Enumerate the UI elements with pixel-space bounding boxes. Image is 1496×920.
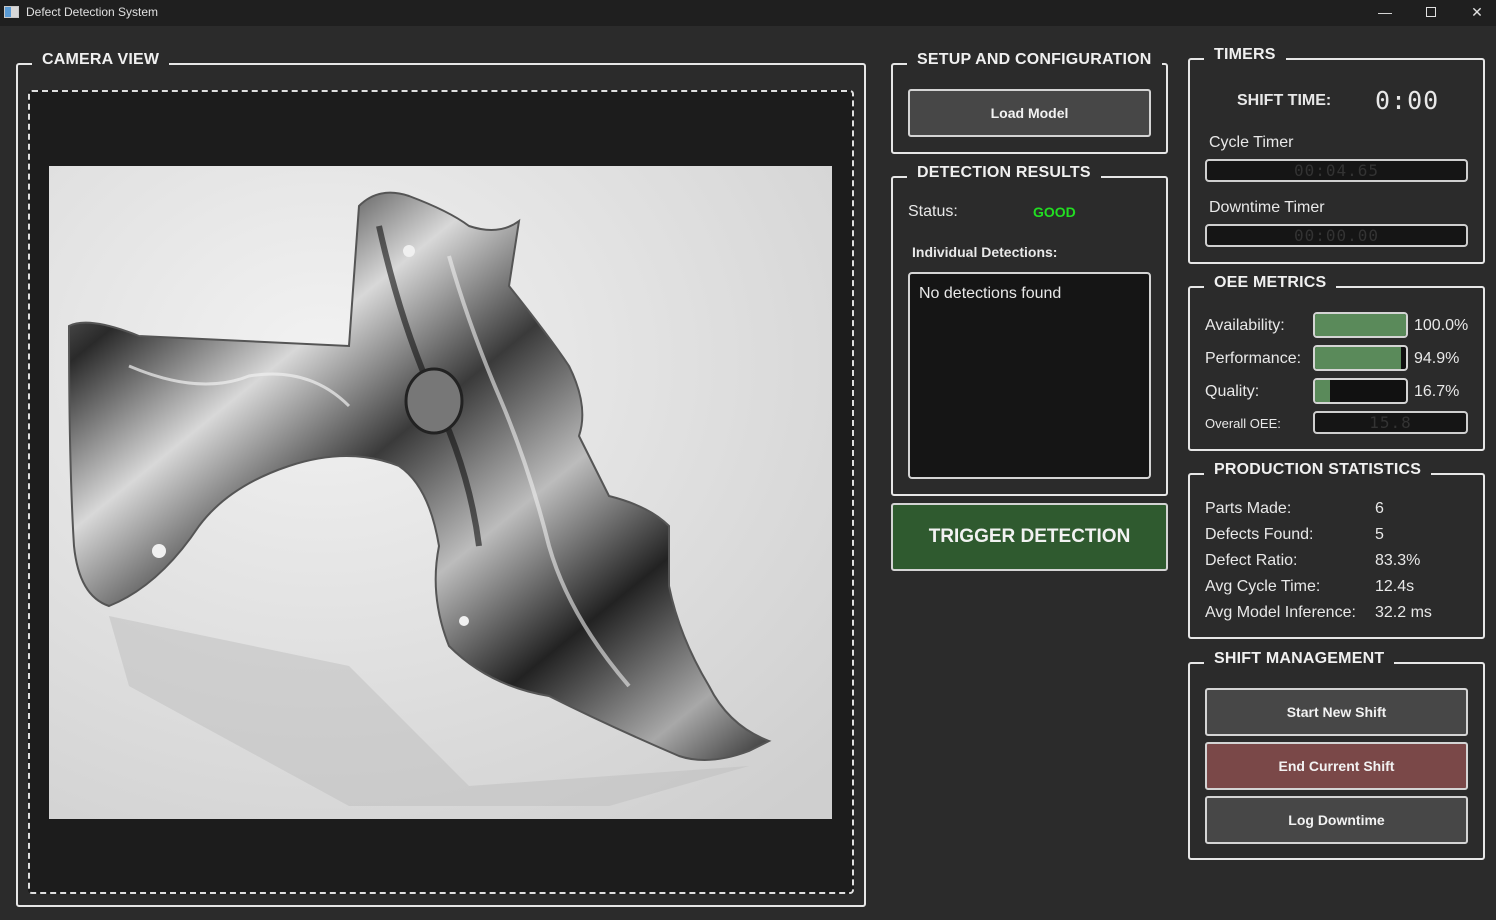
overall-oee-display: 15.8 xyxy=(1313,411,1468,434)
availability-bar-fill xyxy=(1315,314,1406,336)
downtime-timer-label: Downtime Timer xyxy=(1209,199,1325,216)
avg-cycle-time-value: 12.4s xyxy=(1375,578,1415,595)
parts-made-label: Parts Made: xyxy=(1205,500,1292,517)
setup-title: SETUP AND CONFIGURATION xyxy=(907,51,1162,69)
quality-bar xyxy=(1313,378,1408,404)
overall-oee-label: Overall OEE: xyxy=(1205,416,1281,431)
overall-oee-value: 15.8 xyxy=(1369,413,1412,432)
defect-ratio-value: 83.3% xyxy=(1375,552,1421,569)
end-current-shift-button[interactable]: End Current Shift xyxy=(1205,742,1468,790)
downtime-timer-display: 00:00.00 xyxy=(1205,224,1468,247)
quality-label: Quality: xyxy=(1205,383,1260,400)
camera-image xyxy=(49,166,832,819)
oee-metrics-title: OEE METRICS xyxy=(1204,274,1337,292)
quality-value: 16.7% xyxy=(1414,383,1460,400)
performance-bar-fill xyxy=(1315,347,1402,369)
trigger-detection-button[interactable]: TRIGGER DETECTION xyxy=(891,503,1168,571)
avg-model-inference-label: Avg Model Inference: xyxy=(1205,604,1356,621)
individual-detections-label: Individual Detections: xyxy=(912,244,1058,260)
cycle-timer-label: Cycle Timer xyxy=(1209,134,1294,151)
app-icon xyxy=(4,6,19,18)
load-model-button[interactable]: Load Model xyxy=(908,89,1151,137)
status-label: Status: xyxy=(908,203,958,220)
quality-bar-fill xyxy=(1315,380,1331,402)
performance-label: Performance: xyxy=(1205,350,1302,367)
detection-results-title: DETECTION RESULTS xyxy=(907,164,1101,182)
defect-ratio-label: Defect Ratio: xyxy=(1205,552,1298,569)
camera-view-title: CAMERA VIEW xyxy=(32,51,170,69)
metal-part-image xyxy=(49,166,832,819)
availability-value: 100.0% xyxy=(1414,317,1469,334)
availability-label: Availability: xyxy=(1205,317,1285,334)
timers-title: TIMERS xyxy=(1204,46,1286,64)
minimize-button[interactable]: — xyxy=(1362,0,1408,26)
close-button[interactable]: ✕ xyxy=(1454,0,1496,26)
shift-management-title: SHIFT MANAGEMENT xyxy=(1204,650,1395,668)
start-new-shift-button[interactable]: Start New Shift xyxy=(1205,688,1468,736)
performance-bar xyxy=(1313,345,1408,371)
defects-found-value: 5 xyxy=(1375,526,1384,543)
downtime-timer-value: 00:00.00 xyxy=(1293,226,1380,245)
avg-model-inference-value: 32.2 ms xyxy=(1375,604,1432,621)
log-downtime-button[interactable]: Log Downtime xyxy=(1205,796,1468,844)
cycle-timer-value: 00:04.65 xyxy=(1293,161,1380,180)
title-bar: Defect Detection System — ✕ xyxy=(0,0,1496,26)
avg-cycle-time-label: Avg Cycle Time: xyxy=(1205,578,1321,595)
maximize-icon xyxy=(1426,7,1436,17)
shift-time-value: 0:00 xyxy=(1375,86,1440,115)
defects-found-label: Defects Found: xyxy=(1205,526,1314,543)
window-title: Defect Detection System xyxy=(26,5,159,19)
status-value: GOOD xyxy=(1033,204,1076,220)
parts-made-value: 6 xyxy=(1375,500,1384,517)
cycle-timer-display: 00:04.65 xyxy=(1205,159,1468,182)
performance-value: 94.9% xyxy=(1414,350,1460,367)
production-statistics-title: PRODUCTION STATISTICS xyxy=(1204,461,1432,479)
maximize-button[interactable] xyxy=(1408,0,1454,26)
detections-list[interactable]: No detections found xyxy=(908,272,1151,479)
availability-bar xyxy=(1313,312,1408,338)
shift-time-label: SHIFT TIME: xyxy=(1237,92,1332,109)
detections-list-text: No detections found xyxy=(919,285,1062,302)
